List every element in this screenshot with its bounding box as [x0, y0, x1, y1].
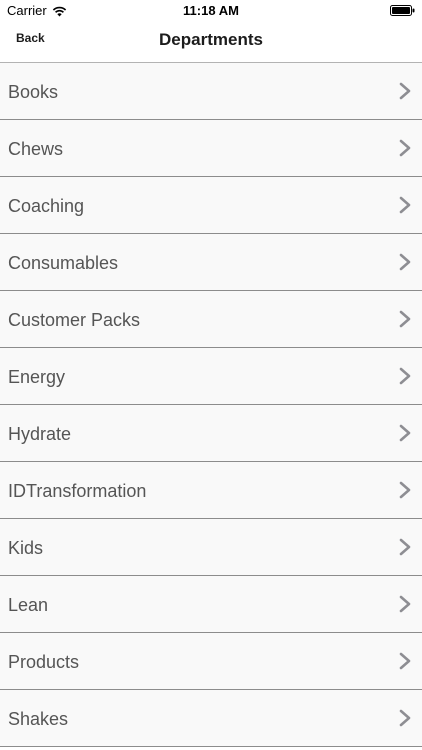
department-label: Chews: [8, 139, 64, 159]
department-label: Hydrate: [8, 424, 72, 444]
department-label: Lean: [8, 595, 49, 615]
chevron-right-icon: [399, 253, 411, 271]
department-row[interactable]: Energy: [0, 348, 422, 405]
status-time: 11:18 AM: [183, 3, 239, 18]
department-row[interactable]: Shakes: [0, 690, 422, 747]
department-label: Products: [8, 652, 80, 672]
navigation-bar: Back Departments: [0, 22, 422, 63]
department-row[interactable]: Coaching: [0, 177, 422, 234]
chevron-right-icon: [399, 595, 411, 613]
chevron-right-icon: [399, 652, 411, 670]
chevron-right-icon: [399, 310, 411, 328]
department-list: Books Chews Coaching Consumables Customer Pa…: [0, 63, 422, 747]
department-label: IDTransformation: [8, 481, 147, 501]
department-label: Shakes: [8, 709, 69, 729]
department-row[interactable]: Books: [0, 63, 422, 120]
chevron-right-icon: [399, 538, 411, 556]
department-row[interactable]: Lean: [0, 576, 422, 633]
chevron-right-icon: [399, 367, 411, 385]
department-row[interactable]: Chews: [0, 120, 422, 177]
department-row[interactable]: IDTransformation: [0, 462, 422, 519]
department-label: Customer Packs: [8, 310, 141, 330]
department-label: Consumables: [8, 253, 119, 273]
department-row[interactable]: Customer Packs: [0, 291, 422, 348]
department-row[interactable]: Consumables: [0, 234, 422, 291]
status-bar: Carrier 11:18 AM: [0, 0, 422, 22]
department-row[interactable]: Hydrate: [0, 405, 422, 462]
chevron-right-icon: [399, 481, 411, 499]
battery-icon: [390, 5, 415, 16]
chevron-right-icon: [399, 196, 411, 214]
chevron-right-icon: [399, 424, 411, 442]
department-row[interactable]: Products: [0, 633, 422, 690]
chevron-right-icon: [399, 82, 411, 100]
chevron-right-icon: [399, 709, 411, 727]
department-label: Books: [8, 82, 59, 102]
department-label: Coaching: [8, 196, 85, 216]
department-label: Energy: [8, 367, 66, 387]
chevron-right-icon: [399, 139, 411, 157]
page-title: Departments: [159, 30, 263, 49]
department-row[interactable]: Kids: [0, 519, 422, 576]
department-label: Kids: [8, 538, 44, 558]
